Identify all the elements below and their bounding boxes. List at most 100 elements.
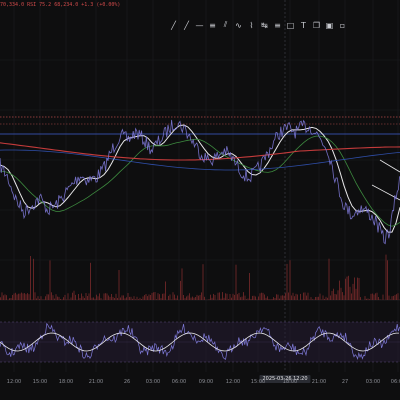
volume-bar bbox=[336, 294, 337, 300]
volume-bar bbox=[139, 297, 141, 300]
note-icon[interactable]: ❐ bbox=[311, 19, 322, 31]
brush-icon[interactable]: ∿ bbox=[233, 19, 244, 31]
volume-bar bbox=[331, 291, 333, 300]
volume-bar bbox=[235, 264, 237, 300]
volume-bar bbox=[115, 293, 117, 300]
volume-bar bbox=[222, 292, 223, 300]
volume-bar bbox=[258, 296, 259, 300]
volume-bar bbox=[288, 292, 289, 300]
lock-icon[interactable]: ▫ bbox=[337, 19, 348, 31]
volume-bar bbox=[126, 297, 127, 300]
volume-bar bbox=[103, 293, 105, 300]
volume-bar bbox=[316, 296, 318, 300]
volume-bar bbox=[151, 292, 153, 300]
volume-bar bbox=[252, 295, 253, 300]
volume-bar bbox=[64, 294, 66, 300]
volume-bar bbox=[318, 296, 319, 300]
volume-bar bbox=[70, 297, 72, 300]
volume-bar bbox=[31, 299, 33, 300]
volume-bar bbox=[273, 297, 274, 300]
volume-bar bbox=[91, 297, 93, 300]
volume-bar bbox=[247, 298, 249, 300]
measure-icon[interactable]: ↹ bbox=[259, 19, 270, 31]
volume-bar bbox=[367, 298, 369, 300]
volume-bar bbox=[375, 293, 376, 300]
gann-icon[interactable]: ▣ bbox=[324, 19, 335, 31]
volume-bars bbox=[0, 254, 400, 300]
volume-bar bbox=[154, 292, 156, 300]
time-tick-label: 15:00 bbox=[32, 379, 48, 385]
pattern-icon[interactable]: ⌇ bbox=[246, 19, 257, 31]
volume-bar bbox=[12, 295, 13, 300]
volume-bar bbox=[220, 298, 222, 300]
volume-bar bbox=[33, 258, 34, 300]
ray-icon[interactable]: ╱ bbox=[181, 19, 192, 31]
pitchfork-icon[interactable]: ⫽ bbox=[220, 19, 231, 31]
volume-bar bbox=[348, 275, 349, 300]
rect-icon[interactable]: □ bbox=[285, 19, 296, 31]
volume-bar bbox=[360, 297, 361, 300]
volume-bar bbox=[105, 293, 106, 300]
volume-bar bbox=[346, 276, 348, 300]
volume-bar bbox=[28, 294, 30, 300]
volume-bar bbox=[394, 294, 396, 300]
volume-bar bbox=[40, 296, 42, 300]
volume-bar bbox=[60, 299, 61, 300]
volume-bar bbox=[351, 293, 352, 300]
volume-bar bbox=[379, 299, 381, 300]
line-icon[interactable]: ╱ bbox=[168, 19, 179, 31]
time-tick-label: 21:00 bbox=[311, 379, 327, 385]
volume-bar bbox=[340, 287, 342, 300]
volume-bar bbox=[261, 292, 262, 300]
volume-bar bbox=[4, 294, 6, 300]
volume-bar bbox=[327, 297, 328, 300]
time-axis[interactable]: 2025-03-26 12:20 12:00 15:00 18:00 21:00 26 0… bbox=[0, 372, 400, 400]
volume-bar bbox=[292, 292, 294, 300]
volume-bar bbox=[256, 299, 258, 300]
fib-icon[interactable]: ≡ bbox=[272, 19, 283, 31]
volume-bar bbox=[193, 297, 195, 300]
volume-bar bbox=[159, 294, 160, 300]
volume-bar bbox=[52, 295, 54, 300]
volume-bar bbox=[393, 295, 394, 300]
volume-bar bbox=[208, 299, 210, 300]
volume-bar bbox=[177, 295, 178, 300]
time-tick-label: 03:00 bbox=[145, 379, 161, 385]
volume-bar bbox=[184, 298, 186, 300]
volume-bar bbox=[396, 294, 397, 300]
text-icon[interactable]: T bbox=[298, 19, 309, 31]
time-tick-label: 12:00 bbox=[225, 379, 241, 385]
volume-bar bbox=[156, 299, 157, 300]
volume-bar bbox=[283, 295, 285, 300]
volume-bar bbox=[175, 298, 177, 300]
volume-bar bbox=[118, 270, 120, 300]
volume-bar bbox=[112, 296, 114, 300]
volume-bar bbox=[87, 296, 88, 300]
volume-bar bbox=[238, 292, 240, 300]
volume-bar bbox=[369, 299, 370, 300]
volume-bar bbox=[250, 299, 252, 300]
volume-bar bbox=[204, 296, 205, 300]
volume-bar bbox=[223, 297, 225, 300]
volume-bar bbox=[169, 294, 171, 300]
price-chart-canvas[interactable] bbox=[0, 0, 400, 400]
volume-bar bbox=[1, 292, 3, 300]
volume-bar bbox=[306, 295, 307, 300]
volume-bar bbox=[198, 295, 199, 300]
volume-bar bbox=[25, 294, 27, 300]
volume-bar bbox=[232, 293, 234, 300]
volume-bar bbox=[181, 268, 183, 300]
volume-bar bbox=[67, 293, 69, 300]
volume-bar bbox=[88, 293, 90, 300]
volume-bar bbox=[280, 295, 282, 300]
volume-bar bbox=[214, 295, 216, 300]
time-tick-label: 18:00 bbox=[282, 379, 298, 385]
hline-icon[interactable]: — bbox=[194, 19, 205, 31]
volume-bar bbox=[54, 298, 55, 300]
channel-icon[interactable]: ≡ bbox=[207, 19, 218, 31]
volume-bar bbox=[268, 299, 270, 300]
volume-bar bbox=[231, 297, 232, 300]
volume-bar bbox=[388, 295, 390, 300]
volume-bar bbox=[79, 298, 81, 300]
volume-bar bbox=[211, 297, 213, 300]
